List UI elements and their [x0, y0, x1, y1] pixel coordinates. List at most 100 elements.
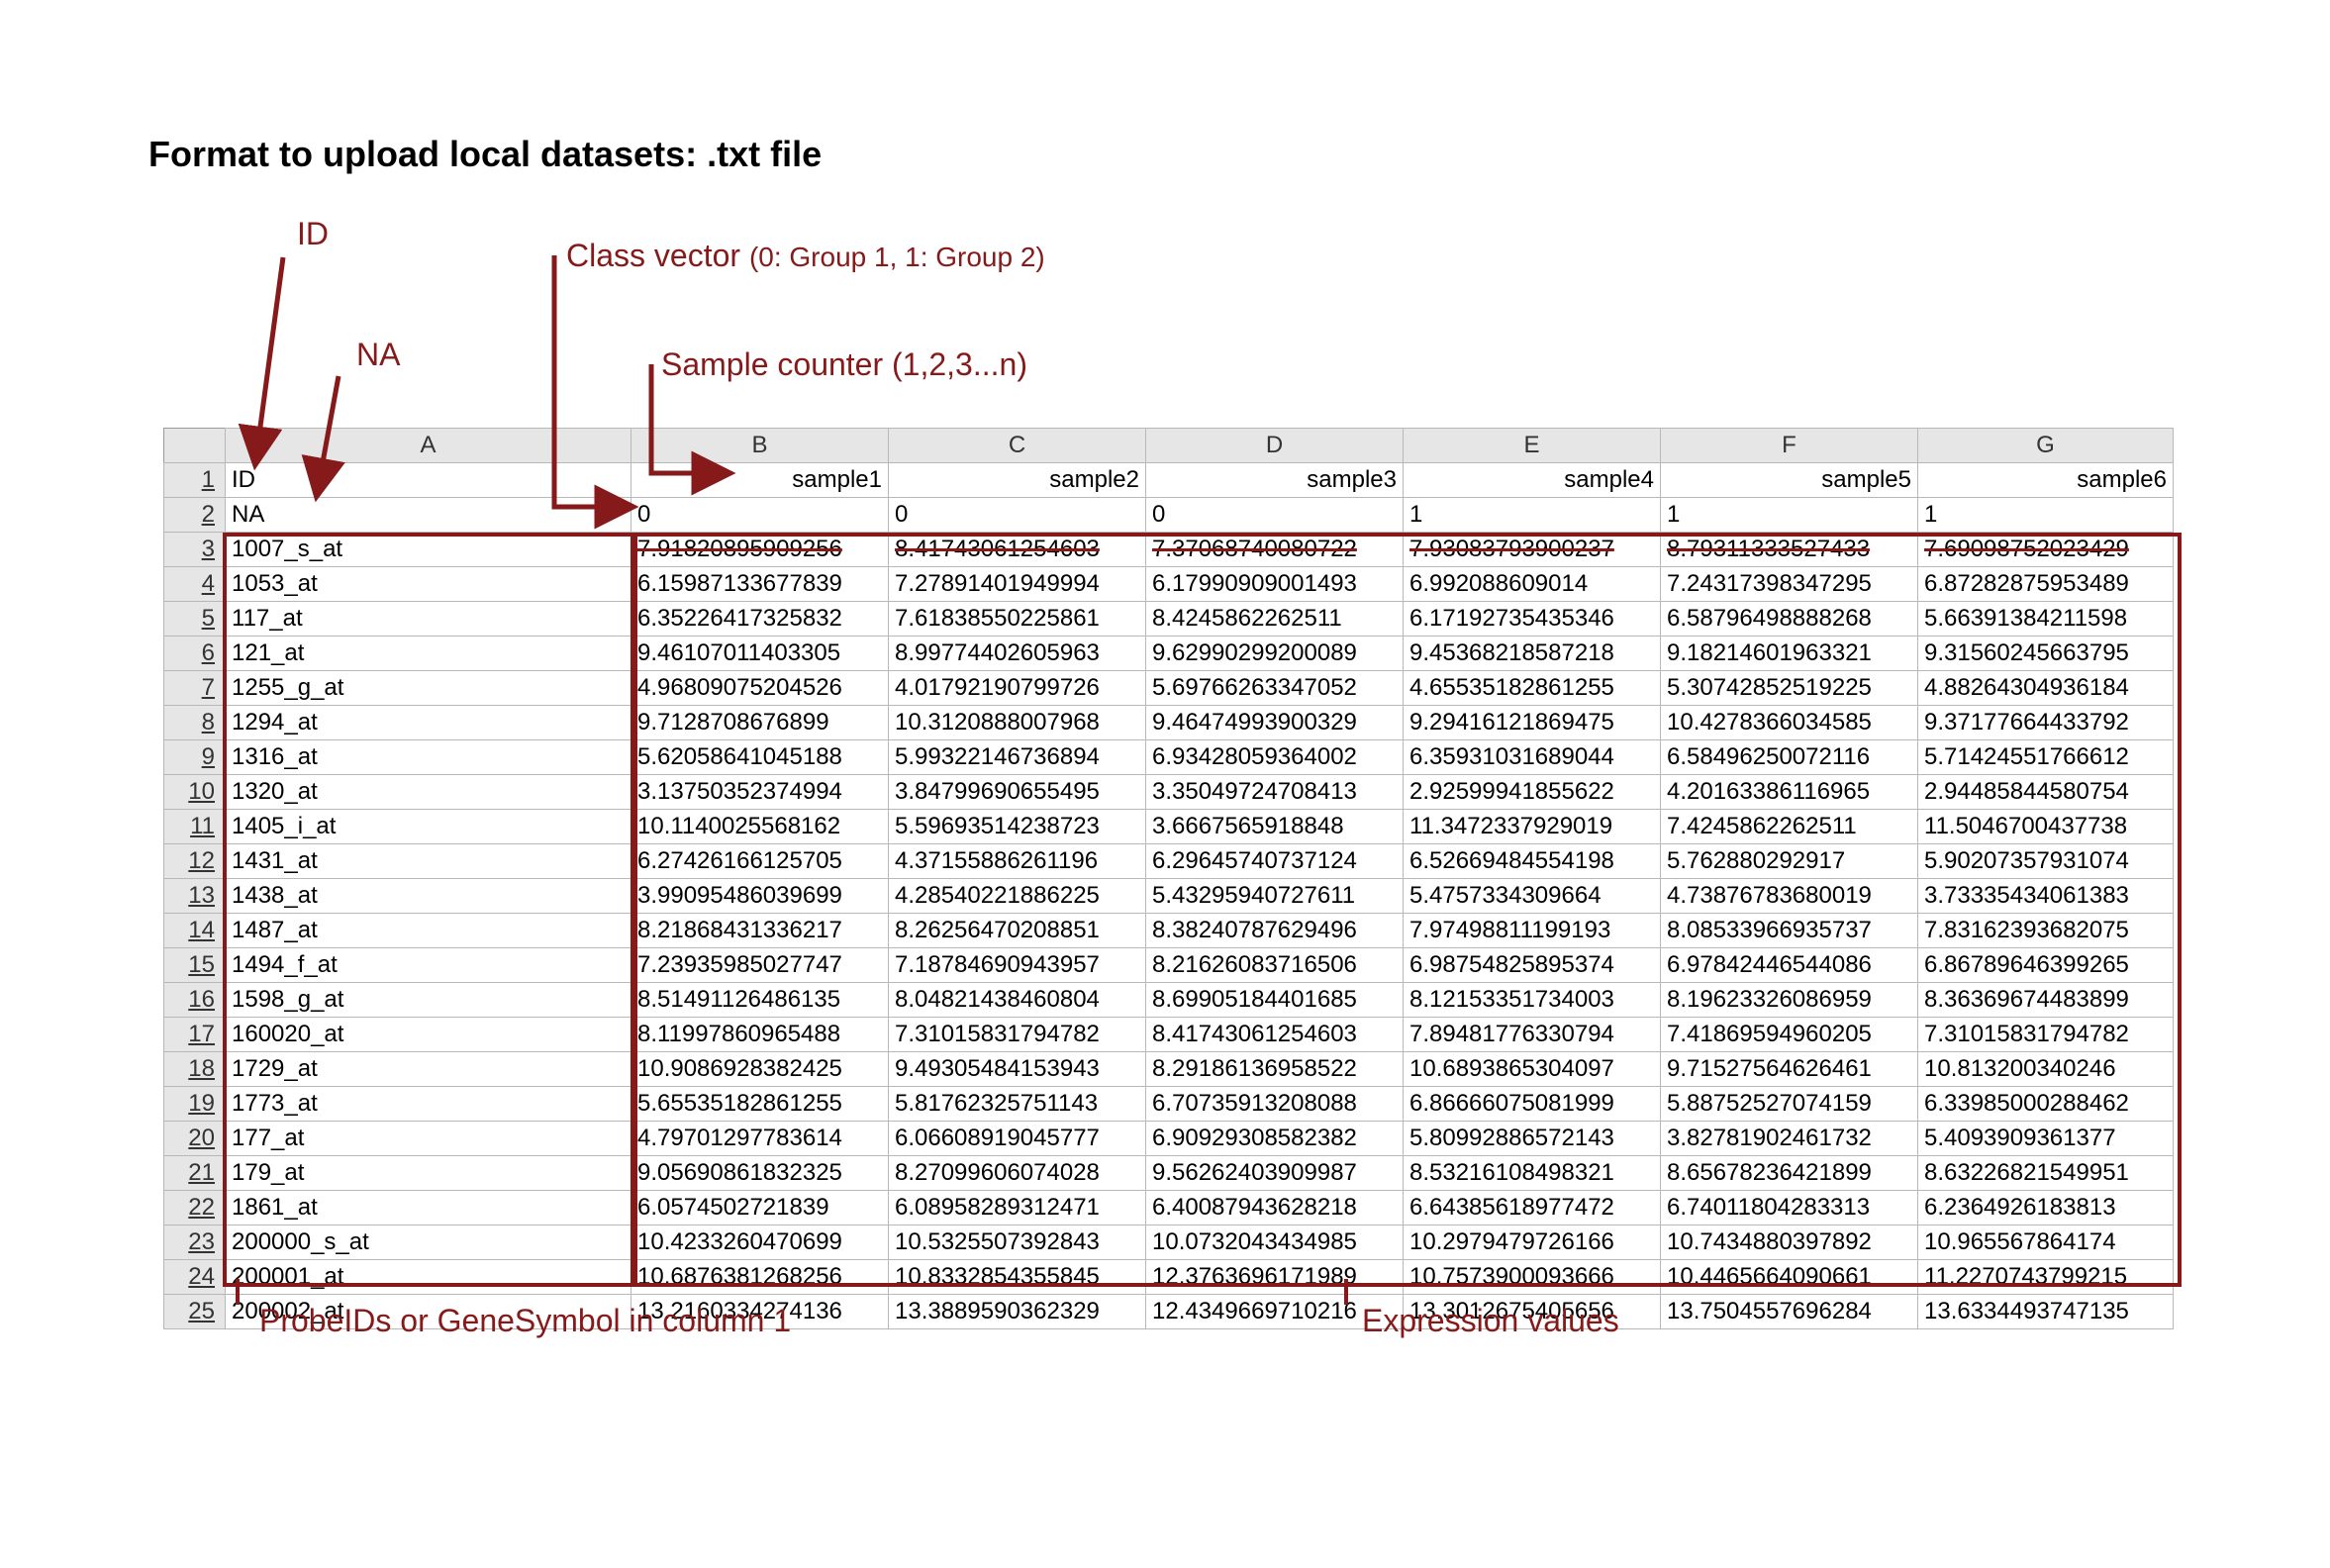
cell[interactable]: 1729_at: [226, 1052, 631, 1087]
cell[interactable]: 8.21626083716506: [1146, 948, 1404, 983]
cell[interactable]: 3.35049724708413: [1146, 775, 1404, 810]
cell[interactable]: 8.36369674483899: [1918, 983, 2174, 1018]
cell[interactable]: 6.35226417325832: [631, 602, 889, 637]
cell[interactable]: 8.53216108498321: [1404, 1156, 1661, 1191]
cell[interactable]: 3.82781902461732: [1661, 1122, 1918, 1156]
cell[interactable]: 1438_at: [226, 879, 631, 914]
cell[interactable]: 3.99095486039699: [631, 879, 889, 914]
cell[interactable]: 5.762880292917: [1661, 844, 1918, 879]
row-number[interactable]: 5: [164, 602, 226, 637]
cell[interactable]: 3.84799690655495: [889, 775, 1146, 810]
cell[interactable]: 7.97498811199193: [1404, 914, 1661, 948]
cell[interactable]: 6.29645740737124: [1146, 844, 1404, 879]
cell[interactable]: 8.26256470208851: [889, 914, 1146, 948]
cell[interactable]: 8.69905184401685: [1146, 983, 1404, 1018]
cell[interactable]: 10.1140025568162: [631, 810, 889, 844]
cell[interactable]: 10.8332854355845: [889, 1260, 1146, 1295]
cell[interactable]: 6.06608919045777: [889, 1122, 1146, 1156]
cell[interactable]: 5.30742852519225: [1661, 671, 1918, 706]
cell[interactable]: 7.93083793900237: [1404, 533, 1661, 567]
cell[interactable]: 0: [889, 498, 1146, 533]
cell[interactable]: 10.7434880397892: [1661, 1225, 1918, 1260]
cell[interactable]: 7.24317398347295: [1661, 567, 1918, 602]
col-header[interactable]: C: [889, 429, 1146, 463]
cell[interactable]: 10.3120888007968: [889, 706, 1146, 740]
cell[interactable]: 8.99774402605963: [889, 637, 1146, 671]
row-number[interactable]: 21: [164, 1156, 226, 1191]
cell[interactable]: 8.29186136958522: [1146, 1052, 1404, 1087]
cell[interactable]: 1487_at: [226, 914, 631, 948]
cell[interactable]: 9.56262403909987: [1146, 1156, 1404, 1191]
cell[interactable]: 8.41743061254603: [1146, 1018, 1404, 1052]
cell[interactable]: 117_at: [226, 602, 631, 637]
cell[interactable]: 1494_f_at: [226, 948, 631, 983]
cell[interactable]: 1255_g_at: [226, 671, 631, 706]
row-number[interactable]: 6: [164, 637, 226, 671]
row-number[interactable]: 7: [164, 671, 226, 706]
cell[interactable]: 5.99322146736894: [889, 740, 1146, 775]
cell[interactable]: 5.43295940727611: [1146, 879, 1404, 914]
cell[interactable]: 1861_at: [226, 1191, 631, 1225]
cell[interactable]: 10.4278366034585: [1661, 706, 1918, 740]
cell[interactable]: 4.01792190799726: [889, 671, 1146, 706]
cell[interactable]: 3.73335434061383: [1918, 879, 2174, 914]
cell[interactable]: 4.65535182861255: [1404, 671, 1661, 706]
row-number[interactable]: 16: [164, 983, 226, 1018]
cell[interactable]: 5.4757334309664: [1404, 879, 1661, 914]
row-number[interactable]: 8: [164, 706, 226, 740]
cell[interactable]: 1007_s_at: [226, 533, 631, 567]
cell[interactable]: 6.87282875953489: [1918, 567, 2174, 602]
cell[interactable]: 9.05690861832325: [631, 1156, 889, 1191]
cell[interactable]: 8.51491126486135: [631, 983, 889, 1018]
cell[interactable]: 6.58796498888268: [1661, 602, 1918, 637]
cell[interactable]: 7.37068740080722: [1146, 533, 1404, 567]
cell[interactable]: 8.79311333527433: [1661, 533, 1918, 567]
cell[interactable]: 9.7128708676899: [631, 706, 889, 740]
cell[interactable]: 6.93428059364002: [1146, 740, 1404, 775]
cell[interactable]: 6.40087943628218: [1146, 1191, 1404, 1225]
cell[interactable]: 4.79701297783614: [631, 1122, 889, 1156]
cell[interactable]: ID: [226, 463, 631, 498]
cell[interactable]: 8.27099606074028: [889, 1156, 1146, 1191]
col-header[interactable]: B: [631, 429, 889, 463]
cell[interactable]: 10.9086928382425: [631, 1052, 889, 1087]
cell[interactable]: 6.0574502721839: [631, 1191, 889, 1225]
cell[interactable]: 10.7573900093666: [1404, 1260, 1661, 1295]
cell[interactable]: 10.5325507392843: [889, 1225, 1146, 1260]
row-number[interactable]: 12: [164, 844, 226, 879]
col-header[interactable]: A: [226, 429, 631, 463]
cell[interactable]: sample2: [889, 463, 1146, 498]
cell[interactable]: 10.6876381268256: [631, 1260, 889, 1295]
cell[interactable]: 7.31015831794782: [889, 1018, 1146, 1052]
cell[interactable]: 179_at: [226, 1156, 631, 1191]
cell[interactable]: 13.7504557696284: [1661, 1295, 1918, 1329]
cell[interactable]: 7.83162393682075: [1918, 914, 2174, 948]
cell[interactable]: 12.3763696171989: [1146, 1260, 1404, 1295]
cell[interactable]: 11.3472337929019: [1404, 810, 1661, 844]
cell[interactable]: 4.96809075204526: [631, 671, 889, 706]
cell[interactable]: 6.86666075081999: [1404, 1087, 1661, 1122]
cell[interactable]: 7.31015831794782: [1918, 1018, 2174, 1052]
row-number[interactable]: 15: [164, 948, 226, 983]
cell[interactable]: 8.11997860965488: [631, 1018, 889, 1052]
cell[interactable]: 7.89481776330794: [1404, 1018, 1661, 1052]
cell[interactable]: 5.71424551766612: [1918, 740, 2174, 775]
cell[interactable]: 5.69766263347052: [1146, 671, 1404, 706]
row-number[interactable]: 25: [164, 1295, 226, 1329]
cell[interactable]: 8.63226821549951: [1918, 1156, 2174, 1191]
cell[interactable]: 6.58496250072116: [1661, 740, 1918, 775]
col-header[interactable]: F: [1661, 429, 1918, 463]
cell[interactable]: 10.813200340246: [1918, 1052, 2174, 1087]
cell[interactable]: 1405_i_at: [226, 810, 631, 844]
cell[interactable]: 4.20163386116965: [1661, 775, 1918, 810]
cell[interactable]: 1: [1404, 498, 1661, 533]
cell[interactable]: 5.90207357931074: [1918, 844, 2174, 879]
row-number[interactable]: 19: [164, 1087, 226, 1122]
cell[interactable]: 3.13750352374994: [631, 775, 889, 810]
cell[interactable]: 6.98754825895374: [1404, 948, 1661, 983]
cell[interactable]: 6.90929308582382: [1146, 1122, 1404, 1156]
cell[interactable]: 7.18784690943957: [889, 948, 1146, 983]
cell[interactable]: 6.86789646399265: [1918, 948, 2174, 983]
row-number[interactable]: 20: [164, 1122, 226, 1156]
cell[interactable]: 9.29416121869475: [1404, 706, 1661, 740]
